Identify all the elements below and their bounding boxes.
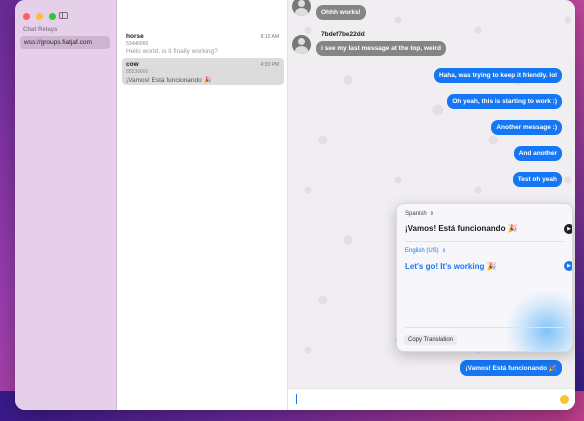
message-bubble-out[interactable]: And another <box>513 146 562 161</box>
chat-item-horse[interactable]: horse 8:10 AM 534d6666 Hello world, is i… <box>122 30 284 57</box>
zoom-window-button[interactable] <box>49 13 56 20</box>
emoji-icon[interactable] <box>560 395 569 404</box>
chat-preview: Hello world, is it finally working? <box>126 48 218 55</box>
app-window: Chat Relays wss://groups.fiatjaf.com hor… <box>15 0 575 410</box>
chat-preview: ¡Vamos! Está funcionando 🎉 <box>126 77 212 84</box>
chat-list: horse 8:10 AM 534d6666 Hello world, is i… <box>117 0 288 410</box>
message-composer[interactable] <box>288 388 575 410</box>
chat-time: 4:39 PM <box>260 62 279 68</box>
source-language-label: Spanish <box>405 211 427 217</box>
close-window-button[interactable] <box>23 13 30 20</box>
play-translation-icon[interactable]: ▶ <box>564 261 572 271</box>
chat-name: cow <box>126 61 139 68</box>
relay-item[interactable]: wss://groups.fiatjaf.com <box>20 36 110 49</box>
chat-name: horse <box>126 33 144 40</box>
message-sender: 7bdef7be22dd <box>321 31 365 38</box>
popover-divider <box>405 241 564 242</box>
message-bubble-out[interactable]: Oh yeah, this is starting to work :) <box>447 94 562 109</box>
target-language-select[interactable]: English (US) ⇕ <box>405 248 446 254</box>
avatar <box>292 35 311 54</box>
text-cursor <box>296 394 297 404</box>
copy-translation-button[interactable]: Copy Translation <box>404 335 458 345</box>
translate-popover: Spanish ⇕ ¡Vamos! Está funcionando 🎉 ▶ En… <box>396 203 573 352</box>
chat-id: 534d6666 <box>126 41 149 47</box>
source-language-select[interactable]: Spanish ⇕ <box>405 211 434 217</box>
message-bubble-in[interactable]: i see my last message at the top, weird <box>316 41 446 56</box>
chat-id: 85536666 <box>126 69 149 75</box>
popover-glow <box>502 291 572 351</box>
chevron-updown-icon: ⇕ <box>441 248 446 254</box>
chevron-updown-icon: ⇕ <box>429 211 434 217</box>
message-bubble-in[interactable]: Ohhh works! <box>316 5 366 20</box>
window-controls <box>23 13 56 20</box>
minimize-window-button[interactable] <box>36 13 43 20</box>
target-language-label: English (US) <box>405 248 439 254</box>
avatar <box>292 0 311 16</box>
relays-heading: Chat Relays <box>23 27 58 33</box>
sidebar-toggle-icon[interactable] <box>59 12 68 19</box>
chat-time: 8:10 AM <box>260 34 279 40</box>
chat-item-cow[interactable]: cow 4:39 PM 85536666 ¡Vamos! Está funcio… <box>122 58 284 85</box>
conversation-pane: Ohhh works! 7bdef7be22dd i see my last m… <box>288 0 575 410</box>
play-source-icon[interactable]: ▶ <box>564 224 572 234</box>
translated-text: Let's go! It's working 🎉 <box>405 262 497 271</box>
popover-divider <box>405 327 564 328</box>
relays-sidebar: Chat Relays wss://groups.fiatjaf.com <box>15 0 117 410</box>
message-bubble-out[interactable]: Haha, was trying to keep it friendly. lo… <box>434 68 562 83</box>
message-bubble-out[interactable]: Test oh yeah <box>512 172 562 187</box>
message-bubble-out[interactable]: ¡Vamos! Está funcionando 🎉 <box>460 360 562 376</box>
source-text: ¡Vamos! Está funcionando 🎉 <box>405 224 518 233</box>
message-bubble-out[interactable]: Another message :) <box>491 120 562 135</box>
